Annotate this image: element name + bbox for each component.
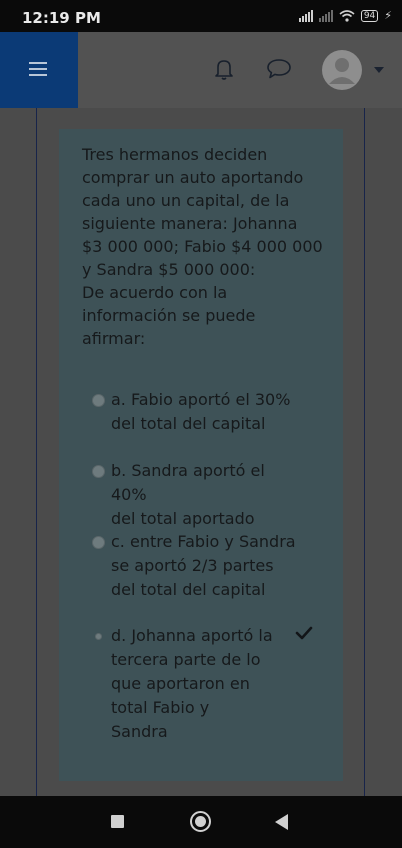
charging-icon: ⚡ — [384, 9, 392, 22]
option-label: b. Sandra aportó el 40% del total aporta… — [111, 461, 265, 528]
signal-weak-icon — [318, 9, 333, 22]
wifi-icon — [339, 9, 355, 22]
option-label: c. entre Fabio y Sandra se aportó 2/3 pa… — [111, 532, 296, 599]
radio-button[interactable] — [92, 465, 105, 478]
signal-icon — [298, 9, 313, 22]
option-label: a. Fabio aportó el 30% del total del cap… — [111, 390, 291, 433]
home-icon[interactable] — [190, 811, 211, 832]
option-label: d. Johanna aportó la tercera parte de lo… — [111, 626, 273, 741]
status-time: 12:19 PM — [22, 9, 101, 27]
chevron-down-icon[interactable] — [374, 67, 384, 73]
question-text: Tres hermanos deciden comprar un auto ap… — [82, 145, 323, 348]
battery-icon: 94 — [360, 9, 379, 22]
status-bar: 12:19 PM 94 ⚡ — [0, 0, 402, 32]
radio-button[interactable] — [92, 536, 105, 549]
bell-icon[interactable] — [214, 56, 234, 82]
user-silhouette-icon — [329, 58, 355, 84]
app-header — [0, 32, 402, 108]
menu-icon — [29, 62, 47, 76]
radio-button[interactable] — [92, 394, 105, 407]
main-content: Tres hermanos deciden comprar un auto ap… — [0, 108, 402, 796]
status-icons: 94 ⚡ — [298, 9, 392, 22]
frame-border-right — [364, 108, 365, 796]
recent-apps-icon[interactable] — [111, 815, 124, 828]
navigation-bar — [0, 796, 402, 848]
question-card: Tres hermanos deciden comprar un auto ap… — [59, 129, 343, 781]
frame-border-left — [36, 108, 37, 796]
back-icon[interactable] — [275, 814, 288, 830]
menu-button[interactable] — [0, 32, 78, 108]
checkmark-icon — [295, 626, 313, 640]
avatar[interactable] — [322, 50, 362, 90]
chat-icon[interactable] — [266, 58, 292, 80]
radio-button[interactable] — [95, 633, 102, 640]
